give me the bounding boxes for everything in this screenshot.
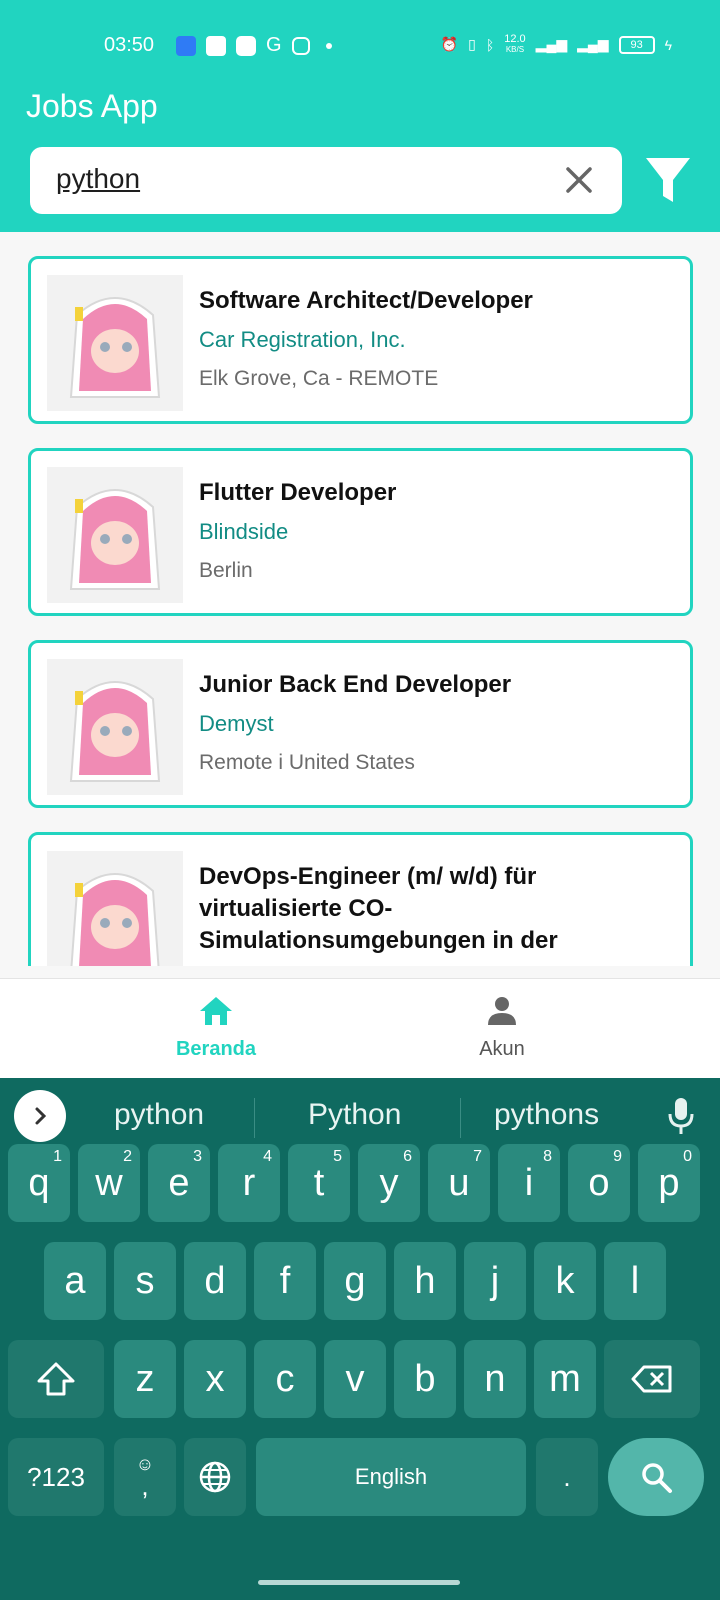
key-v[interactable]: v xyxy=(324,1340,386,1418)
suggestion-2[interactable]: Python xyxy=(308,1098,401,1132)
filter-icon[interactable] xyxy=(644,156,692,206)
home-icon xyxy=(200,997,232,1025)
key-a[interactable]: a xyxy=(44,1242,106,1320)
suggestion-divider xyxy=(254,1098,255,1138)
key-h[interactable]: h xyxy=(394,1242,456,1320)
language-key[interactable] xyxy=(184,1438,246,1516)
battery-icon: 93 xyxy=(618,35,655,54)
key-q[interactable]: q1 xyxy=(8,1144,70,1222)
net-speed: 12.0 KB/S xyxy=(504,33,526,55)
vibrate-icon: ▯ xyxy=(468,36,476,52)
job-avatar xyxy=(47,275,183,411)
key-f[interactable]: f xyxy=(254,1242,316,1320)
nav-home-label: Beranda xyxy=(175,1038,257,1060)
job-location: Elk Grove, Ca - REMOTE xyxy=(199,367,439,390)
charging-icon: ϟ xyxy=(664,36,672,53)
backspace-icon xyxy=(631,1365,672,1393)
bottom-navigation: Beranda Akun xyxy=(0,978,720,1078)
suggestion-3[interactable]: pythons xyxy=(494,1098,599,1132)
job-title: Junior Back End Developer xyxy=(199,671,512,698)
nav-account-label: Akun xyxy=(479,1038,525,1060)
expand-toolbar-button[interactable] xyxy=(14,1090,66,1142)
key-p[interactable]: p0 xyxy=(638,1144,700,1222)
job-company: Demyst xyxy=(199,711,274,736)
chat-icon xyxy=(206,35,226,56)
key-j[interactable]: j xyxy=(464,1242,526,1320)
system-icons: ⏰ ▯ ᛒ 12.0 KB/S ▂▄▆ ▂▄▆ 93 ϟ xyxy=(441,34,672,55)
job-card[interactable]: Flutter Developer Blindside Berlin xyxy=(28,448,693,616)
key-z[interactable]: z xyxy=(114,1340,176,1418)
shift-icon xyxy=(37,1362,75,1396)
key-x[interactable]: x xyxy=(184,1340,246,1418)
gesture-handle[interactable] xyxy=(258,1580,460,1585)
suggestion-1[interactable]: python xyxy=(114,1098,204,1132)
symbols-key[interactable]: ?123 xyxy=(8,1438,104,1516)
search-key[interactable] xyxy=(608,1438,704,1516)
job-card[interactable]: Junior Back End Developer Demyst Remote … xyxy=(28,640,693,808)
period-key[interactable]: . xyxy=(536,1438,598,1516)
key-s[interactable]: s xyxy=(114,1242,176,1320)
key-d[interactable]: d xyxy=(184,1242,246,1320)
soft-keyboard: python Python pythons q1 w2 e3 r4 t5 y6 … xyxy=(0,1078,720,1600)
android-icon xyxy=(176,35,196,56)
job-avatar xyxy=(47,659,183,795)
app-header: 03:50 G ⏰ ▯ ᛒ 12.0 KB/S ▂▄▆ ▂▄▆ 93 ϟ Job… xyxy=(0,0,720,232)
g-icon: G xyxy=(266,34,282,56)
space-key[interactable]: English xyxy=(256,1438,526,1516)
key-m[interactable]: m xyxy=(534,1340,596,1418)
key-r[interactable]: r4 xyxy=(218,1144,280,1222)
chevron-right-icon xyxy=(35,1107,47,1125)
job-location: Remote i United States xyxy=(199,751,415,774)
job-card[interactable]: DevOps-Engineer (m/ w/d) für virtualisie… xyxy=(28,832,693,966)
shift-key[interactable] xyxy=(8,1340,104,1418)
youtube-icon xyxy=(236,35,256,56)
signal-4g-icon: ▂▄▆ xyxy=(577,36,609,52)
job-location: Berlin xyxy=(199,559,253,582)
search-input[interactable]: python xyxy=(30,147,622,214)
key-g[interactable]: g xyxy=(324,1242,386,1320)
status-bar: 03:50 G ⏰ ▯ ᛒ 12.0 KB/S ▂▄▆ ▂▄▆ 93 ϟ xyxy=(0,30,720,62)
job-company: Car Registration, Inc. xyxy=(199,327,406,352)
job-title: Software Architect/Developer xyxy=(199,287,533,314)
key-u[interactable]: u7 xyxy=(428,1144,490,1222)
nav-account[interactable]: Akun xyxy=(442,995,562,1061)
key-b[interactable]: b xyxy=(394,1340,456,1418)
comma-key[interactable]: ☺ , xyxy=(114,1438,176,1516)
job-title: DevOps-Engineer (m/ w/d) für virtualisie… xyxy=(199,863,558,954)
job-card[interactable]: Software Architect/Developer Car Registr… xyxy=(28,256,693,424)
key-e[interactable]: e3 xyxy=(148,1144,210,1222)
notification-icons: G xyxy=(176,34,332,57)
signal-icon: ▂▄▆ xyxy=(535,36,568,52)
bluetooth-icon: ᛒ xyxy=(485,36,495,53)
key-l[interactable]: l xyxy=(604,1242,666,1320)
backspace-key[interactable] xyxy=(604,1340,700,1418)
globe-icon xyxy=(199,1461,231,1493)
key-o[interactable]: o9 xyxy=(568,1144,630,1222)
search-icon xyxy=(642,1463,672,1493)
search-input-text[interactable]: python xyxy=(56,163,140,195)
key-k[interactable]: k xyxy=(534,1242,596,1320)
status-time: 03:50 xyxy=(104,34,155,56)
key-i[interactable]: i8 xyxy=(498,1144,560,1222)
job-title: Flutter Developer xyxy=(199,479,397,506)
key-y[interactable]: y6 xyxy=(358,1144,420,1222)
job-company: Blindside xyxy=(199,519,289,544)
key-n[interactable]: n xyxy=(464,1340,526,1418)
key-w[interactable]: w2 xyxy=(78,1144,140,1222)
key-t[interactable]: t5 xyxy=(288,1144,350,1222)
instagram-icon xyxy=(291,36,310,55)
job-list[interactable]: Software Architect/Developer Car Registr… xyxy=(0,232,720,966)
key-c[interactable]: c xyxy=(254,1340,316,1418)
clear-search-icon[interactable] xyxy=(562,163,596,197)
job-avatar xyxy=(47,851,183,966)
nav-home[interactable]: Beranda xyxy=(156,995,276,1061)
app-title: Jobs App xyxy=(26,88,158,124)
person-icon xyxy=(488,997,516,1025)
more-dot-icon xyxy=(325,42,332,49)
suggestion-divider xyxy=(460,1098,461,1138)
alarm-icon: ⏰ xyxy=(440,36,459,52)
suggestion-bar: python Python pythons xyxy=(0,1078,720,1154)
job-avatar xyxy=(47,467,183,603)
mic-icon[interactable] xyxy=(668,1096,694,1136)
